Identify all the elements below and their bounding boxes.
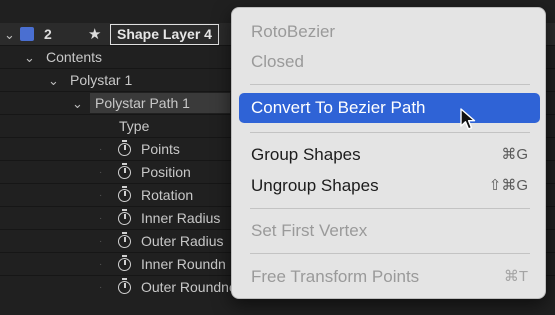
stopwatch-icon[interactable] xyxy=(118,140,131,156)
chevron-down-icon[interactable]: ⌄ xyxy=(4,23,15,46)
keyframe-dot: · xyxy=(99,282,103,293)
stopwatch-icon[interactable] xyxy=(118,163,131,179)
inner-roundness-label: Inner Roundn xyxy=(141,256,226,272)
chevron-down-icon[interactable]: ⌄ xyxy=(48,69,59,92)
menu-item-shortcut: ⌘G xyxy=(501,146,528,163)
menu-item-label: Set First Vertex xyxy=(251,221,368,240)
menu-item-free-transform-points[interactable]: Free Transform Points ⌘T xyxy=(239,262,540,292)
rotation-label: Rotation xyxy=(141,187,194,203)
menu-item-closed[interactable]: Closed xyxy=(239,47,540,77)
points-label: Points xyxy=(141,141,180,157)
polystar-label: Polystar 1 xyxy=(70,72,133,88)
layer-name[interactable]: Shape Layer 4 xyxy=(110,24,219,45)
menu-item-shortcut: ⌘T xyxy=(503,268,528,285)
inner-radius-label: Inner Radius xyxy=(141,210,221,226)
keyframe-dot: · xyxy=(99,167,103,178)
outer-radius-label: Outer Radius xyxy=(141,233,224,249)
menu-item-label: RotoBezier xyxy=(251,22,336,41)
polystar-path-label: Polystar Path 1 xyxy=(95,95,190,111)
menu-separator xyxy=(250,208,530,209)
menu-separator xyxy=(250,132,530,133)
chevron-down-icon[interactable]: ⌄ xyxy=(72,92,83,115)
position-label: Position xyxy=(141,164,191,180)
menu-item-label: Free Transform Points xyxy=(251,267,420,286)
menu-item-shortcut: ⇧⌘G xyxy=(488,177,528,194)
keyframe-dot: · xyxy=(99,259,103,270)
layer-number: 2 xyxy=(44,26,52,42)
menu-item-label: Closed xyxy=(251,52,304,71)
stopwatch-icon[interactable] xyxy=(118,186,131,202)
type-label: Type xyxy=(119,118,150,134)
mouse-cursor-icon xyxy=(460,108,476,130)
menu-item-label: Ungroup Shapes xyxy=(251,176,379,195)
stopwatch-icon[interactable] xyxy=(118,255,131,271)
menu-item-label: Group Shapes xyxy=(251,145,361,164)
contents-label: Contents xyxy=(46,49,103,65)
menu-item-convert-to-bezier-path[interactable]: Convert To Bezier Path xyxy=(239,93,540,123)
stopwatch-icon[interactable] xyxy=(118,278,131,294)
menu-item-group-shapes[interactable]: Group Shapes ⌘G xyxy=(239,140,540,170)
stopwatch-icon[interactable] xyxy=(118,232,131,248)
stopwatch-icon[interactable] xyxy=(118,209,131,225)
star-icon[interactable]: ★ xyxy=(88,23,101,46)
menu-item-set-first-vertex[interactable]: Set First Vertex xyxy=(239,216,540,246)
label-color-swatch[interactable] xyxy=(20,27,34,41)
menu-separator xyxy=(250,84,530,85)
keyframe-dot: · xyxy=(99,144,103,155)
keyframe-dot: · xyxy=(99,190,103,201)
chevron-down-icon[interactable]: ⌄ xyxy=(24,46,35,69)
keyframe-dot: · xyxy=(99,213,103,224)
keyframe-dot: · xyxy=(99,236,103,247)
menu-item-rotobezier[interactable]: RotoBezier xyxy=(239,17,540,47)
menu-item-label: Convert To Bezier Path xyxy=(251,98,426,117)
menu-separator xyxy=(250,253,530,254)
menu-item-ungroup-shapes[interactable]: Ungroup Shapes ⇧⌘G xyxy=(239,171,540,201)
context-menu: RotoBezier Closed Convert To Bezier Path… xyxy=(231,7,546,299)
